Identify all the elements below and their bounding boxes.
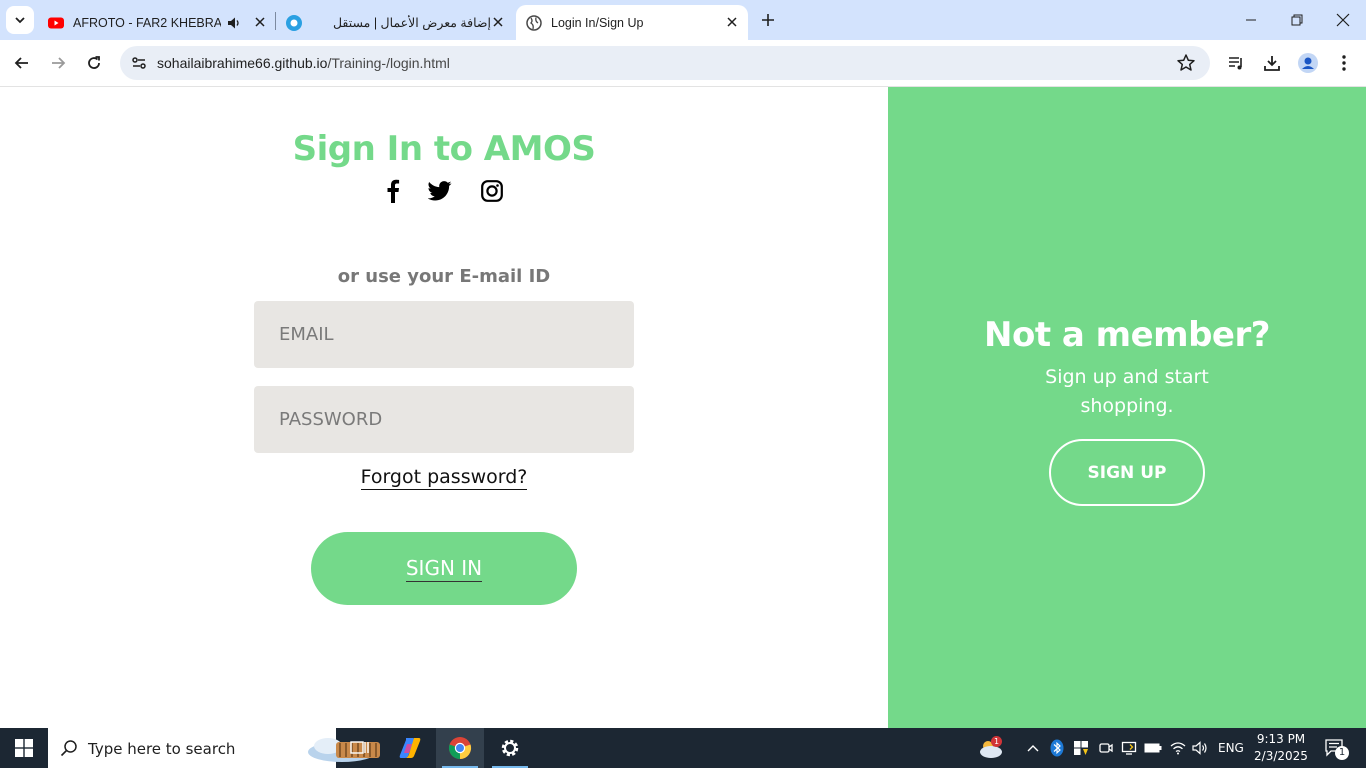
taskbar-search-box[interactable]: Type here to search xyxy=(48,728,380,768)
plus-icon xyxy=(762,14,774,26)
task-view-button[interactable] xyxy=(336,728,384,768)
clock-time: 9:13 PM xyxy=(1256,732,1306,746)
wifi-icon xyxy=(1170,742,1186,755)
address-bar[interactable]: sohailaibrahime66.github.io/Training-/lo… xyxy=(120,46,1210,80)
task-view-icon xyxy=(350,741,369,754)
forgot-password-row: Forgot password? xyxy=(0,466,888,490)
signin-panel: Sign In to AMOS or use your E-mail ID Fo… xyxy=(0,87,888,728)
search-icon xyxy=(60,740,77,757)
tab-title: AFROTO - FAR2 KHEBRA | (& xyxy=(73,15,221,30)
password-field[interactable] xyxy=(254,386,634,453)
volume-tray-icon[interactable] xyxy=(1190,728,1210,768)
taskbar-search-placeholder: Type here to search xyxy=(88,740,236,758)
back-button[interactable] xyxy=(8,49,36,77)
instagram-icon[interactable] xyxy=(478,177,506,205)
close-icon xyxy=(1336,13,1350,27)
new-tab-button[interactable] xyxy=(756,8,780,32)
minimize-button[interactable] xyxy=(1228,0,1274,40)
chevron-up-icon xyxy=(1027,745,1039,752)
reload-icon xyxy=(88,56,100,69)
windows-taskbar: Type here to search 1 ENG 9:13 PM 2/3/20… xyxy=(0,728,1366,768)
youtube-icon xyxy=(48,17,64,28)
page-content: Sign In to AMOS or use your E-mail ID Fo… xyxy=(0,87,1366,728)
menu-button[interactable] xyxy=(1332,51,1356,75)
arrow-left-icon xyxy=(14,57,28,69)
copilot-icon xyxy=(399,738,421,758)
tab-mostaql[interactable]: إضافة معرض الأعمال | مستقل xyxy=(276,5,514,40)
action-center-button[interactable]: 1 xyxy=(1320,728,1350,768)
weather-badge: 1 xyxy=(991,736,1002,747)
download-icon xyxy=(1264,56,1280,71)
downloads-button[interactable] xyxy=(1260,51,1284,75)
mostaql-icon xyxy=(286,14,302,31)
signup-panel-title: Not a member? xyxy=(984,315,1271,355)
social-links xyxy=(372,177,516,207)
speaker-icon[interactable] xyxy=(227,16,241,30)
signup-panel-subtitle: Sign up and start shopping. xyxy=(1045,366,1209,417)
signup-button[interactable]: SIGN UP xyxy=(1049,439,1205,506)
display-tray-icon[interactable] xyxy=(1119,728,1139,768)
reload-button[interactable] xyxy=(80,49,108,77)
bluetooth-tray-icon[interactable] xyxy=(1048,728,1066,768)
close-tab-icon[interactable] xyxy=(724,14,740,30)
avatar-icon xyxy=(1298,53,1318,73)
weather-widget[interactable]: 1 xyxy=(974,728,1006,768)
clock-date: 2/3/2025 xyxy=(1254,749,1308,763)
tab-title: إضافة معرض الأعمال | مستقل xyxy=(332,16,491,30)
kebab-menu-icon xyxy=(1342,55,1346,71)
show-hidden-icons-button[interactable] xyxy=(1024,728,1042,768)
playlist-icon xyxy=(1229,57,1242,70)
signup-panel: Not a member? Sign up and start shopping… xyxy=(888,87,1366,728)
copilot-button[interactable] xyxy=(386,728,434,768)
site-info-icon[interactable] xyxy=(128,52,150,74)
tab-login[interactable]: Login In/Sign Up xyxy=(516,5,748,40)
chrome-taskbar-button[interactable] xyxy=(436,728,484,768)
chevron-down-icon xyxy=(15,17,25,24)
tab-title: Login In/Sign Up xyxy=(551,15,644,30)
tab-youtube[interactable]: AFROTO - FAR2 KHEBRA | (& xyxy=(38,5,276,40)
network-tray-icon[interactable] xyxy=(1168,728,1188,768)
tab-search-button[interactable] xyxy=(6,6,34,34)
close-tab-icon[interactable] xyxy=(490,14,506,30)
signin-title: Sign In to AMOS xyxy=(292,129,596,169)
taskbar-clock[interactable]: 9:13 PM 2/3/2025 xyxy=(1248,731,1314,765)
browser-tab-strip: AFROTO - FAR2 KHEBRA | (& إضافة معرض الأ… xyxy=(0,0,1366,40)
forgot-password-link[interactable]: Forgot password? xyxy=(360,466,528,490)
windows-security-icon xyxy=(1074,741,1088,755)
url-text[interactable]: sohailaibrahime66.github.io/Training-/lo… xyxy=(157,55,450,71)
email-option-text: or use your E-mail ID xyxy=(337,266,551,287)
globe-icon xyxy=(526,14,542,31)
chrome-icon xyxy=(448,737,472,760)
minimize-icon xyxy=(1246,19,1256,21)
start-button[interactable] xyxy=(0,728,48,768)
input-language[interactable]: ENG xyxy=(1218,741,1244,755)
media-control-button[interactable] xyxy=(1224,51,1248,75)
bookmark-star-icon[interactable] xyxy=(1176,53,1196,73)
speaker-icon xyxy=(1192,741,1207,755)
close-tab-icon[interactable] xyxy=(252,14,268,30)
gear-icon xyxy=(501,739,519,757)
notification-count: 1 xyxy=(1335,746,1349,760)
url-path: /Training-/login.html xyxy=(327,55,450,71)
signin-button[interactable]: SIGN IN xyxy=(311,532,577,605)
settings-taskbar-button[interactable] xyxy=(486,728,534,768)
restore-icon xyxy=(1291,14,1303,26)
signin-button-label: SIGN IN xyxy=(405,555,483,582)
close-window-button[interactable] xyxy=(1320,0,1366,40)
battery-tray-icon[interactable] xyxy=(1143,728,1163,768)
arrow-right-icon xyxy=(52,57,66,69)
twitter-icon[interactable] xyxy=(426,177,454,205)
forward-button[interactable] xyxy=(44,49,72,77)
facebook-icon[interactable] xyxy=(379,177,407,205)
profile-button[interactable] xyxy=(1296,51,1320,75)
email-field[interactable] xyxy=(254,301,634,368)
url-host: sohailaibrahime66.github.io xyxy=(157,55,328,71)
windows-logo-icon xyxy=(15,739,33,757)
restore-button[interactable] xyxy=(1274,0,1320,40)
security-tray-icon[interactable] xyxy=(1071,728,1091,768)
meet-now-tray-icon[interactable] xyxy=(1096,728,1116,768)
battery-icon xyxy=(1144,743,1162,753)
browser-toolbar: sohailaibrahime66.github.io/Training-/lo… xyxy=(0,40,1366,87)
